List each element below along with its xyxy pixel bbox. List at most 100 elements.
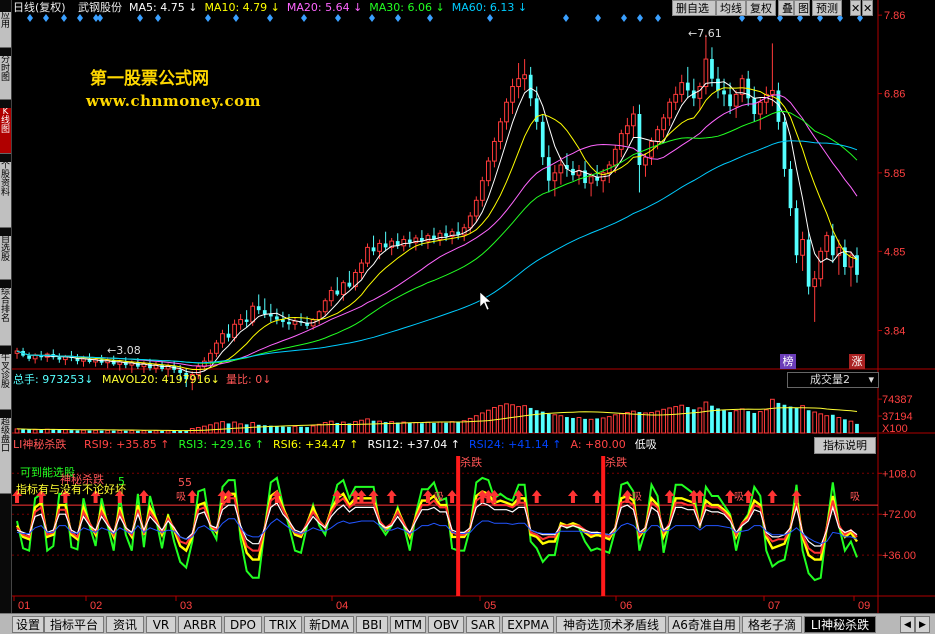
volume-bar [432, 422, 436, 433]
tab-expma[interactable]: EXPMA [502, 616, 554, 633]
indicator-note: 神秘杀跌 [60, 473, 104, 486]
remove-watchlist-button[interactable]: 删自选 [672, 0, 716, 16]
volume-bar [129, 430, 135, 434]
buy-signal-arrow [187, 490, 198, 503]
volume-chart[interactable] [14, 398, 859, 434]
tab-mtm[interactable]: MTM [390, 616, 426, 633]
tab-obv[interactable]: OBV [428, 616, 464, 633]
volume-bar [612, 414, 618, 434]
candle-body [437, 232, 443, 241]
rise-badge[interactable]: 涨 [849, 354, 865, 369]
volume-bar [739, 408, 745, 434]
overlay-button[interactable]: 叠 [778, 0, 794, 16]
candle-body [733, 93, 739, 107]
volume-bar [214, 422, 219, 434]
sidebar-item-stock-info[interactable]: 个股资料 [0, 162, 11, 228]
volume-bar [576, 417, 582, 434]
scroll-left-icon[interactable]: ◀ [900, 616, 915, 633]
volume-bar [444, 422, 448, 433]
tab-vr[interactable]: VR [146, 616, 176, 633]
volume-bar [558, 415, 564, 434]
volume-bar [770, 398, 775, 434]
adjust-button[interactable]: 复权 [746, 0, 776, 16]
tab-sar[interactable]: SAR [466, 616, 500, 633]
tab-arbr[interactable]: ARBR [178, 616, 222, 633]
ranking-badge[interactable]: 榜 [780, 354, 796, 369]
volume-bar [728, 412, 732, 433]
sidebar-item-diagnosis[interactable]: 牛叉诊股 [0, 354, 11, 410]
indicator-name[interactable]: LI神秘杀跌 [13, 437, 66, 453]
candle-body [812, 278, 818, 288]
ma-button[interactable]: 均线 [716, 0, 746, 16]
candle-body [552, 172, 558, 182]
candle-body [673, 93, 679, 103]
close-icon[interactable]: ✕ [850, 0, 861, 16]
candle-body [728, 94, 732, 107]
sidebar-item-timeline[interactable]: 分时图 [0, 56, 11, 100]
period-label[interactable]: 日线(复权) [13, 0, 66, 16]
volume-bar [437, 421, 443, 434]
candle-body [588, 176, 594, 184]
volume-bar [710, 405, 714, 433]
candle-body [540, 121, 545, 158]
ma-legend-item: MA20: 5.64 ↓ [286, 1, 363, 14]
ma-line [16, 81, 858, 374]
indicator-chart[interactable]: 杀跌 杀跌吸 吸 吸 吸 吸 [12, 455, 878, 596]
tab-magic-top[interactable]: 神奇选顶术矛盾线 [556, 616, 666, 633]
tab-trix[interactable]: TRIX [264, 616, 302, 633]
indicator-explain-button[interactable]: 指标说明 [814, 437, 876, 454]
candle-body [27, 355, 31, 359]
tab-news[interactable]: 资讯 [106, 616, 144, 633]
candle-body [510, 86, 515, 103]
x-tick-label: 05 [484, 600, 496, 612]
volume-bar [685, 407, 690, 433]
volume-bar [340, 421, 346, 434]
volume-bar [292, 425, 298, 434]
indicator-note: 55 [178, 476, 192, 489]
chevron-down-icon[interactable]: ▾ [868, 373, 874, 387]
sidebar-item-order-book[interactable]: 超级盘口 [0, 418, 11, 494]
volume-bar [830, 414, 835, 433]
tab-settings[interactable]: 设置 [12, 616, 44, 633]
volume-bar [160, 430, 164, 433]
volume-bar [449, 421, 455, 434]
candle-body [250, 305, 256, 323]
candle-body [347, 282, 352, 287]
sidebar-item-ranking[interactable]: 综合排名 [0, 288, 11, 346]
tab-a6[interactable]: A6奇准自用 [668, 616, 740, 633]
forecast-button[interactable]: 预测 [812, 0, 842, 16]
volume-bar [111, 430, 116, 433]
tab-dpo[interactable]: DPO [224, 616, 262, 633]
candle-body [528, 74, 533, 99]
scroll-right-icon[interactable]: ▶ [915, 616, 930, 633]
tab-bbi[interactable]: BBI [356, 616, 388, 633]
volume-bar [479, 412, 485, 434]
indicator-legend-item: RSI3: +29.16 ↑ [178, 438, 265, 451]
buy-signal-arrow [791, 490, 802, 503]
tab-li-mystic[interactable]: LI神秘杀跌 [804, 616, 876, 633]
volume-bar [467, 417, 473, 434]
volume-selector[interactable]: 成交量2 ▾ [787, 372, 879, 388]
ma-line [16, 87, 858, 370]
tab-indicator-platform[interactable]: 指标平台 [44, 616, 104, 633]
tab-new-dma[interactable]: 新DMA [304, 616, 354, 633]
candle-body [806, 239, 811, 287]
volume-bar [782, 404, 787, 433]
candle-body [794, 208, 799, 256]
candle-body [340, 282, 346, 295]
candle-body [710, 59, 714, 79]
volume-bar [794, 407, 799, 433]
candle-body [612, 148, 618, 166]
candle-body [685, 82, 690, 91]
sidebar-item-watchlist[interactable]: 自选股 [0, 236, 11, 280]
chart-button[interactable]: 图 [794, 0, 810, 16]
sidebar-item-app[interactable]: 应用 [0, 12, 11, 48]
indicator-note: 5 [118, 475, 125, 488]
tab-gelaozi[interactable]: 格老子滴 [742, 616, 802, 633]
candle-body [226, 333, 231, 338]
close-icon[interactable]: ✕ [862, 0, 873, 16]
candle-body [407, 239, 412, 243]
volume-tick-label: X100 [882, 423, 908, 435]
cursor-icon [479, 291, 492, 311]
sidebar-item-kline[interactable]: K线图 [0, 108, 11, 154]
